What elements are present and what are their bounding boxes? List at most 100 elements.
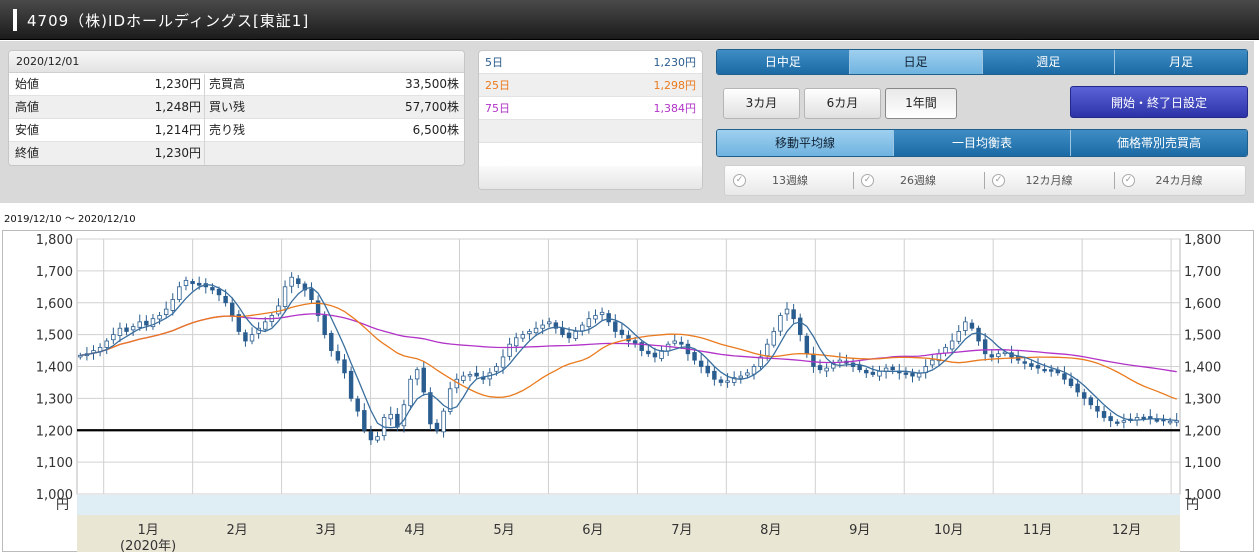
candle-up (494, 366, 499, 372)
candle-up (580, 324, 585, 332)
candle-down (910, 372, 915, 377)
candle-up (1121, 420, 1127, 423)
ma-option-12-months[interactable]: ✓ 12カ月線 (986, 166, 1112, 195)
quote-value: 1,230円 (154, 77, 201, 91)
candle-up (738, 375, 743, 379)
candle-down (903, 372, 909, 375)
candle-down (348, 370, 354, 399)
month-label: 7月 (671, 523, 692, 538)
candle-down (613, 321, 618, 332)
y-tick-label-left: 1,300 (36, 392, 73, 407)
candle-up (408, 378, 413, 407)
candle-down (362, 410, 367, 431)
quote-value: 1,230円 (154, 146, 201, 160)
candle-down (144, 320, 149, 326)
candle-up (540, 324, 545, 329)
y-tick-label-left: 1,600 (36, 297, 73, 312)
candle-down (335, 351, 341, 361)
candle-up (137, 321, 142, 328)
candle-up (771, 331, 777, 346)
y-tick-label-right: 1,300 (1184, 392, 1221, 407)
range-3-months-button[interactable]: 3カ月 (723, 88, 800, 119)
ma-option-label: 26週線 (900, 174, 936, 187)
candle-down (969, 322, 975, 329)
ma-option-label: 12カ月線 (1025, 174, 1073, 187)
candle-down (1088, 397, 1094, 406)
candle-down (798, 317, 803, 336)
tab-intraday[interactable]: 日中足 (717, 50, 850, 74)
candle-down (1029, 363, 1034, 367)
candle-down (1042, 368, 1047, 372)
candle-down (421, 367, 426, 393)
option-divider (1114, 172, 1115, 189)
quote-value: 6,500株 (412, 123, 459, 137)
candle-down (428, 392, 433, 425)
ma-value: 1,384円 (653, 102, 697, 115)
candle-up (441, 410, 446, 433)
month-label: 5月 (493, 523, 514, 538)
candle-down (1035, 365, 1041, 369)
ma-row (479, 143, 702, 166)
ma-option-13-weeks[interactable]: ✓ 13週線 (727, 166, 853, 195)
period-tabs: 日中足 日足 週足 月足 (716, 49, 1248, 75)
candle-up (824, 367, 829, 372)
candle-down (989, 354, 994, 358)
candle-up (784, 308, 790, 315)
candle-down (1075, 383, 1080, 393)
candle-up (388, 413, 393, 420)
candle-down (606, 313, 611, 323)
candle-up (547, 321, 552, 325)
ma-option-label: 13週線 (772, 174, 808, 187)
tab-volume-by-price[interactable]: 価格帯別売買高 (1071, 130, 1247, 156)
candle-down (1154, 419, 1160, 422)
y-tick-label-right: 1,100 (1184, 456, 1221, 471)
candle-up (117, 327, 123, 336)
candle-down (619, 329, 625, 336)
ma-row: 5日 1,230円 (479, 51, 702, 74)
month-label: 2月 (226, 523, 247, 538)
candle-down (1115, 421, 1120, 424)
candle-down (679, 341, 684, 345)
month-label: 1月 (138, 523, 159, 538)
ma-row: 75日 1,384円 (479, 97, 702, 120)
y-tick-label-right: 1,500 (1184, 329, 1221, 344)
candle-up (177, 286, 182, 300)
set-date-range-button[interactable]: 開始・終了日設定 (1070, 86, 1248, 118)
quote-value: 57,700株 (405, 100, 459, 114)
range-6-months-button[interactable]: 6カ月 (804, 88, 881, 119)
tab-moving-average[interactable]: 移動平均線 (717, 130, 894, 156)
candle-down (804, 335, 810, 355)
candle-down (210, 287, 215, 291)
quote-label: 終値 (15, 146, 40, 160)
indicator-tabs: 移動平均線 一目均衡表 価格帯別売買高 (716, 129, 1248, 157)
candle-down (560, 327, 565, 336)
moving-average-table: 5日 1,230円 25日 1,298円 75日 1,384円 (478, 50, 703, 190)
tab-weekly[interactable]: 週足 (982, 50, 1116, 74)
candle-up (263, 321, 268, 330)
ma-option-label: 24カ月線 (1155, 174, 1203, 187)
tab-monthly[interactable]: 月足 (1115, 50, 1247, 74)
ma-option-24-months[interactable]: ✓ 24カ月線 (1116, 166, 1242, 195)
year-label: (2020年) (120, 539, 176, 552)
tab-daily[interactable]: 日足 (849, 50, 983, 74)
candle-down (322, 315, 327, 336)
range-1-year-button[interactable]: 1年間 (885, 88, 957, 119)
axis-band (77, 495, 1180, 515)
candle-up (672, 340, 677, 344)
ma-value: 1,298円 (653, 79, 697, 92)
candle-up (500, 356, 506, 368)
y-tick-label-right: 1,700 (1184, 265, 1221, 280)
candle-up (593, 315, 598, 320)
tab-ichimoku[interactable]: 一目均衡表 (894, 130, 1071, 156)
option-divider (984, 172, 985, 189)
candle-up (461, 375, 466, 381)
quote-label: 始値 (15, 77, 40, 91)
month-label: 6月 (582, 523, 603, 538)
ma-row (479, 120, 702, 143)
candle-up (877, 370, 882, 377)
candle-down (566, 332, 572, 339)
candle-down (309, 288, 314, 300)
candle-down (976, 327, 981, 342)
ma-label: 25日 (485, 79, 510, 92)
ma-option-26-weeks[interactable]: ✓ 26週線 (855, 166, 981, 195)
